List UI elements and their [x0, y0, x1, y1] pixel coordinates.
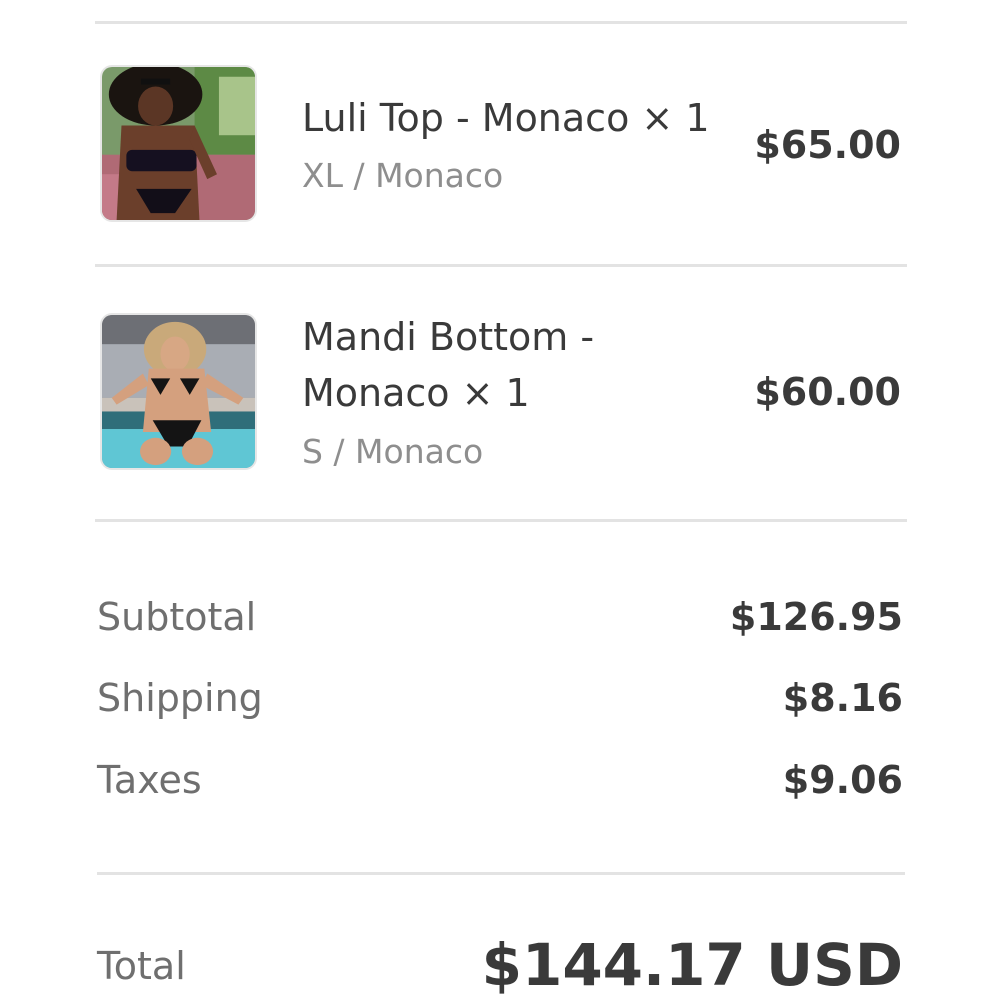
product-variant: XL / Monaco — [302, 156, 504, 195]
divider — [95, 519, 907, 522]
divider — [97, 872, 905, 875]
product-price: $65.00 — [754, 123, 901, 167]
product-name: Luli Top - Monaco × 1 — [302, 96, 710, 140]
subtotal-value: $126.95 — [729, 595, 903, 639]
product-price: $60.00 — [754, 370, 901, 414]
subtotal-label: Subtotal — [97, 595, 257, 639]
taxes-value: $9.06 — [782, 758, 903, 802]
product-variant: S / Monaco — [302, 432, 484, 471]
taxes-label: Taxes — [97, 758, 202, 802]
total-value: $144.17 USD — [481, 931, 903, 999]
product-name: Mandi Bottom - Monaco × 1 — [302, 315, 595, 415]
shipping-label: Shipping — [97, 676, 263, 720]
product-thumbnail[interactable] — [100, 65, 257, 222]
total-label: Total — [97, 944, 186, 988]
product-thumbnail[interactable] — [100, 313, 257, 470]
shipping-value: $8.16 — [782, 676, 903, 720]
divider — [95, 264, 907, 267]
divider-top — [95, 21, 907, 24]
